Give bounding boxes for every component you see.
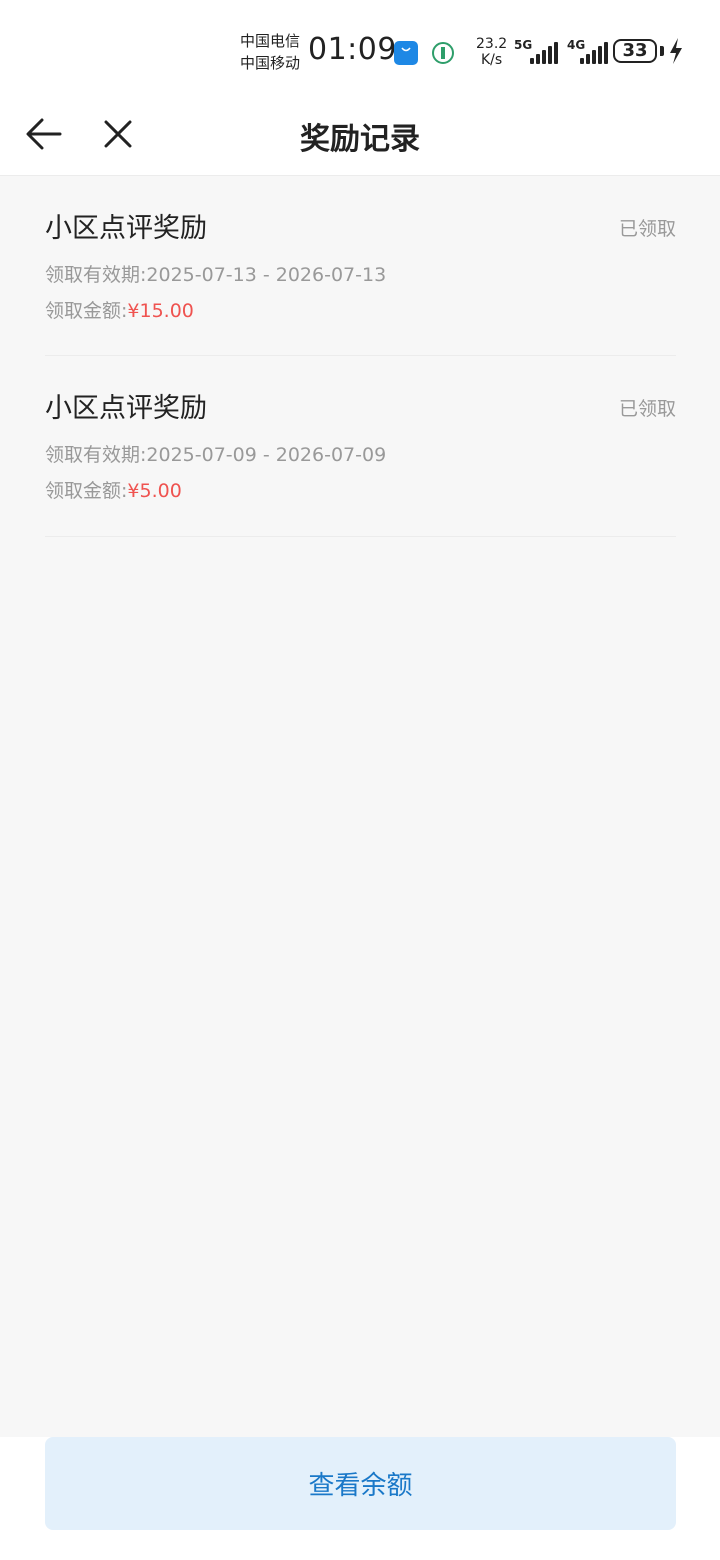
battery-icon: 33 (613, 39, 657, 63)
record-amount: 领取金额:¥5.00 (45, 476, 182, 503)
reward-record-list: 小区点评奖励 已领取 领取有效期:2025-07-13 - 2026-07-13… (45, 176, 676, 537)
app-notification-icon (431, 41, 455, 65)
amount-label: 领取金额: (45, 480, 128, 502)
record-title: 小区点评奖励 (45, 213, 207, 244)
carrier-2: 中国移动 (240, 54, 301, 72)
amount-value: ¥15.00 (127, 300, 194, 322)
record-validity: 领取有效期:2025-07-13 - 2026-07-13 (45, 260, 386, 287)
battery-tip (660, 46, 664, 56)
status-bar: 中国电信 中国移动 01:09 23.2 K/s 5G 4G 33 (0, 0, 720, 100)
amount-label: 领取金额: (45, 300, 128, 322)
shopping-bag-icon (394, 41, 418, 65)
signal-5g-icon (530, 40, 558, 64)
record-validity: 领取有效期:2025-07-09 - 2026-07-09 (45, 440, 386, 467)
validity-label: 领取有效期: (45, 264, 147, 286)
status-time: 01:09 (308, 32, 397, 67)
bottom-action-bar: 查看余额 (0, 1437, 720, 1560)
validity-range: 2025-07-09 - 2026-07-09 (146, 444, 387, 466)
speed-unit: K/s (480, 52, 503, 68)
list-item[interactable]: 小区点评奖励 已领取 领取有效期:2025-07-09 - 2026-07-09… (45, 356, 676, 537)
page-title: 奖励记录 (300, 122, 420, 157)
status-badge: 已领取 (618, 398, 676, 420)
carrier-info: 中国电信 中国移动 (240, 30, 300, 74)
speed-value: 23.2 (476, 36, 508, 52)
record-amount: 领取金额:¥15.00 (45, 296, 194, 323)
list-item[interactable]: 小区点评奖励 已领取 领取有效期:2025-07-13 - 2026-07-13… (45, 176, 676, 356)
record-title: 小区点评奖励 (45, 393, 207, 424)
validity-label: 领取有效期: (45, 444, 147, 466)
status-badge: 已领取 (618, 218, 676, 240)
signal-4g-icon (580, 40, 608, 64)
page-header: 奖励记录 (0, 100, 720, 176)
charging-bolt-icon (668, 38, 684, 64)
validity-range: 2025-07-13 - 2026-07-13 (146, 264, 387, 286)
carrier-1: 中国电信 (240, 32, 301, 50)
network-speed: 23.2 K/s (476, 36, 507, 68)
view-balance-button[interactable]: 查看余额 (45, 1437, 676, 1530)
amount-value: ¥5.00 (127, 480, 182, 502)
